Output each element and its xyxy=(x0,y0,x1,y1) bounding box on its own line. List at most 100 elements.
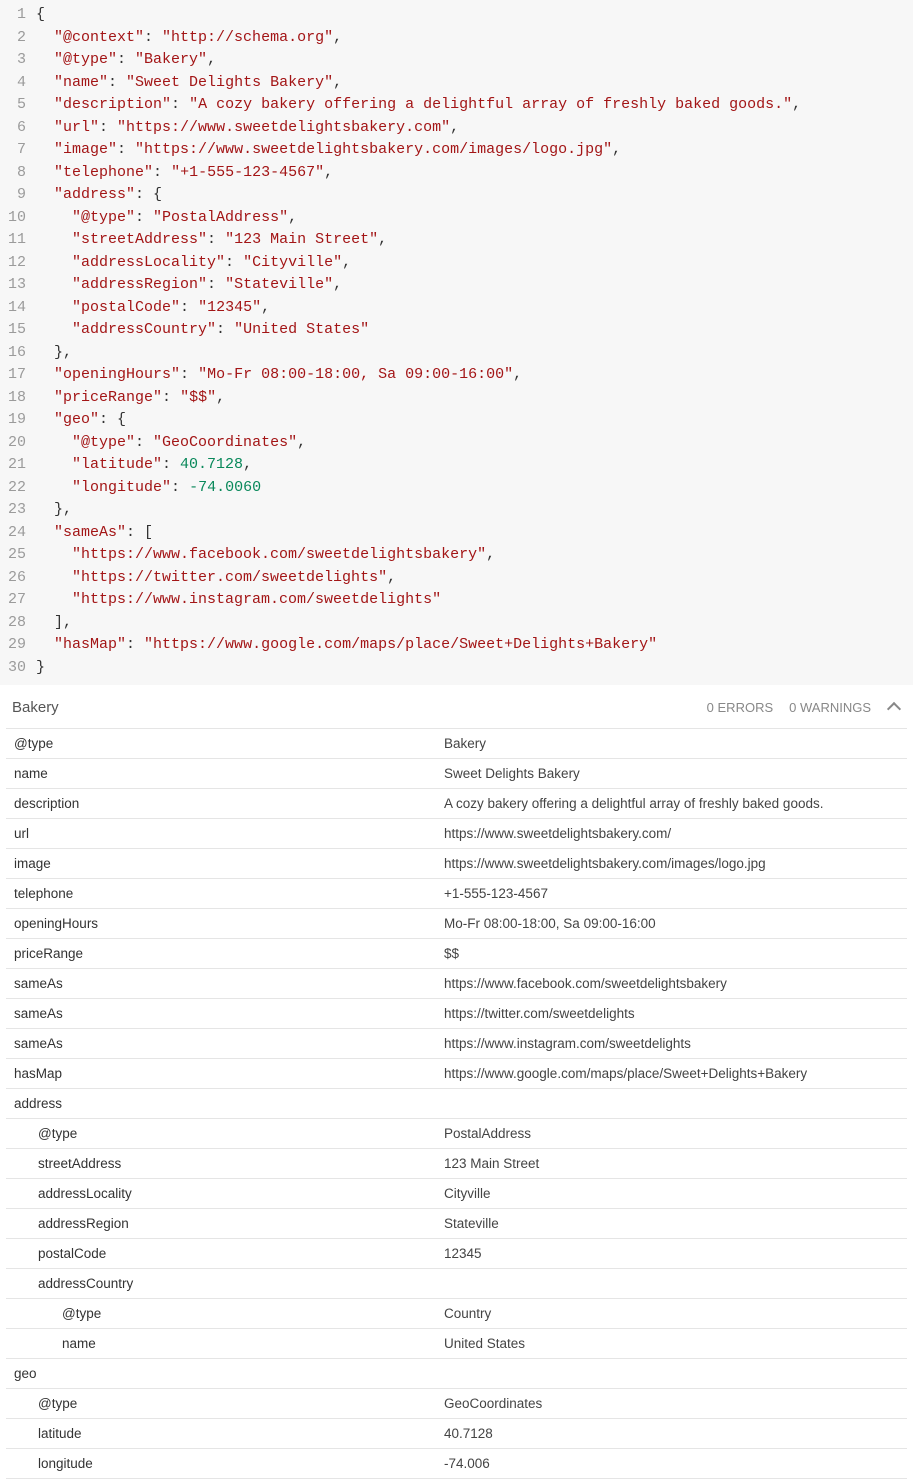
line-number: 1 xyxy=(0,4,36,27)
prop-key: openingHours xyxy=(6,909,436,939)
prop-value xyxy=(436,1359,907,1389)
prop-value: GeoCoordinates xyxy=(436,1389,907,1419)
code-line[interactable]: 19 "geo": { xyxy=(0,409,913,432)
prop-value: https://twitter.com/sweetdelights xyxy=(436,999,907,1029)
code-line[interactable]: 10 "@type": "PostalAddress", xyxy=(0,207,913,230)
code-line[interactable]: 20 "@type": "GeoCoordinates", xyxy=(0,432,913,455)
code-line[interactable]: 18 "priceRange": "$$", xyxy=(0,387,913,410)
summary-bar[interactable]: Bakery 0 ERRORS 0 WARNINGS xyxy=(0,685,913,728)
table-row: nameSweet Delights Bakery xyxy=(6,759,907,789)
code-content: "description": "A cozy bakery offering a… xyxy=(36,94,913,117)
prop-key: addressLocality xyxy=(6,1179,436,1209)
line-number: 28 xyxy=(0,612,36,635)
code-content: "https://www.instagram.com/sweetdelights… xyxy=(36,589,913,612)
code-line[interactable]: 23 }, xyxy=(0,499,913,522)
code-line[interactable]: 17 "openingHours": "Mo-Fr 08:00-18:00, S… xyxy=(0,364,913,387)
code-content: "streetAddress": "123 Main Street", xyxy=(36,229,913,252)
errors-count: 0 ERRORS xyxy=(707,700,773,715)
prop-value: https://www.sweetdelightsbakery.com/imag… xyxy=(436,849,907,879)
line-number: 20 xyxy=(0,432,36,455)
prop-value: A cozy bakery offering a delightful arra… xyxy=(436,789,907,819)
code-line[interactable]: 3 "@type": "Bakery", xyxy=(0,49,913,72)
table-row: priceRange$$ xyxy=(6,939,907,969)
line-number: 12 xyxy=(0,252,36,275)
table-row: postalCode12345 xyxy=(6,1239,907,1269)
chevron-up-icon[interactable] xyxy=(887,701,901,715)
code-content: "@context": "http://schema.org", xyxy=(36,27,913,50)
code-line[interactable]: 26 "https://twitter.com/sweetdelights", xyxy=(0,567,913,590)
table-row: addressLocalityCityville xyxy=(6,1179,907,1209)
code-content: }, xyxy=(36,342,913,365)
table-row: streetAddress123 Main Street xyxy=(6,1149,907,1179)
prop-value: Bakery xyxy=(436,729,907,759)
code-content: "addressCountry": "United States" xyxy=(36,319,913,342)
code-line[interactable]: 6 "url": "https://www.sweetdelightsbaker… xyxy=(0,117,913,140)
code-content: "telephone": "+1-555-123-4567", xyxy=(36,162,913,185)
code-content: }, xyxy=(36,499,913,522)
prop-key: telephone xyxy=(6,879,436,909)
table-row: urlhttps://www.sweetdelightsbakery.com/ xyxy=(6,819,907,849)
prop-value: https://www.instagram.com/sweetdelights xyxy=(436,1029,907,1059)
code-line[interactable]: 21 "latitude": 40.7128, xyxy=(0,454,913,477)
table-row: addressCountry xyxy=(6,1269,907,1299)
code-line[interactable]: 25 "https://www.facebook.com/sweetdeligh… xyxy=(0,544,913,567)
code-content: "image": "https://www.sweetdelightsbaker… xyxy=(36,139,913,162)
code-line[interactable]: 13 "addressRegion": "Stateville", xyxy=(0,274,913,297)
table-row: @typeGeoCoordinates xyxy=(6,1389,907,1419)
prop-key: name xyxy=(6,759,436,789)
prop-key: name xyxy=(6,1329,436,1359)
code-content: "addressLocality": "Cityville", xyxy=(36,252,913,275)
code-line[interactable]: 11 "streetAddress": "123 Main Street", xyxy=(0,229,913,252)
code-line[interactable]: 9 "address": { xyxy=(0,184,913,207)
code-content: "priceRange": "$$", xyxy=(36,387,913,410)
prop-value: 40.7128 xyxy=(436,1419,907,1449)
prop-value: https://www.google.com/maps/place/Sweet+… xyxy=(436,1059,907,1089)
code-content: "url": "https://www.sweetdelightsbakery.… xyxy=(36,117,913,140)
code-editor[interactable]: 1{2 "@context": "http://schema.org",3 "@… xyxy=(0,0,913,685)
table-row: addressRegionStateville xyxy=(6,1209,907,1239)
entity-type-title: Bakery xyxy=(12,699,59,716)
table-row: imagehttps://www.sweetdelightsbakery.com… xyxy=(6,849,907,879)
prop-value: Country xyxy=(436,1299,907,1329)
line-number: 16 xyxy=(0,342,36,365)
code-content: "address": { xyxy=(36,184,913,207)
code-line[interactable]: 27 "https://www.instagram.com/sweetdelig… xyxy=(0,589,913,612)
code-line[interactable]: 14 "postalCode": "12345", xyxy=(0,297,913,320)
code-line[interactable]: 2 "@context": "http://schema.org", xyxy=(0,27,913,50)
line-number: 25 xyxy=(0,544,36,567)
code-line[interactable]: 5 "description": "A cozy bakery offering… xyxy=(0,94,913,117)
code-line[interactable]: 22 "longitude": -74.0060 xyxy=(0,477,913,500)
prop-key: postalCode xyxy=(6,1239,436,1269)
code-content: "@type": "Bakery", xyxy=(36,49,913,72)
prop-value: 123 Main Street xyxy=(436,1149,907,1179)
code-line[interactable]: 24 "sameAs": [ xyxy=(0,522,913,545)
prop-key: url xyxy=(6,819,436,849)
code-line[interactable]: 29 "hasMap": "https://www.google.com/map… xyxy=(0,634,913,657)
prop-key: latitude xyxy=(6,1419,436,1449)
prop-key: streetAddress xyxy=(6,1149,436,1179)
table-row: @typeBakery xyxy=(6,729,907,759)
code-line[interactable]: 12 "addressLocality": "Cityville", xyxy=(0,252,913,275)
code-line[interactable]: 16 }, xyxy=(0,342,913,365)
prop-key: @type xyxy=(6,1389,436,1419)
code-content: } xyxy=(36,657,913,680)
code-line[interactable]: 28 ], xyxy=(0,612,913,635)
code-line[interactable]: 8 "telephone": "+1-555-123-4567", xyxy=(0,162,913,185)
line-number: 14 xyxy=(0,297,36,320)
code-line[interactable]: 30} xyxy=(0,657,913,680)
prop-key: hasMap xyxy=(6,1059,436,1089)
line-number: 10 xyxy=(0,207,36,230)
code-content: "https://www.facebook.com/sweetdelightsb… xyxy=(36,544,913,567)
code-line[interactable]: 15 "addressCountry": "United States" xyxy=(0,319,913,342)
line-number: 8 xyxy=(0,162,36,185)
code-line[interactable]: 1{ xyxy=(0,4,913,27)
prop-key: sameAs xyxy=(6,969,436,999)
code-line[interactable]: 7 "image": "https://www.sweetdelightsbak… xyxy=(0,139,913,162)
prop-value: https://www.sweetdelightsbakery.com/ xyxy=(436,819,907,849)
prop-value: United States xyxy=(436,1329,907,1359)
line-number: 2 xyxy=(0,27,36,50)
warnings-count: 0 WARNINGS xyxy=(789,700,871,715)
line-number: 22 xyxy=(0,477,36,500)
table-row: sameAshttps://www.instagram.com/sweetdel… xyxy=(6,1029,907,1059)
code-line[interactable]: 4 "name": "Sweet Delights Bakery", xyxy=(0,72,913,95)
